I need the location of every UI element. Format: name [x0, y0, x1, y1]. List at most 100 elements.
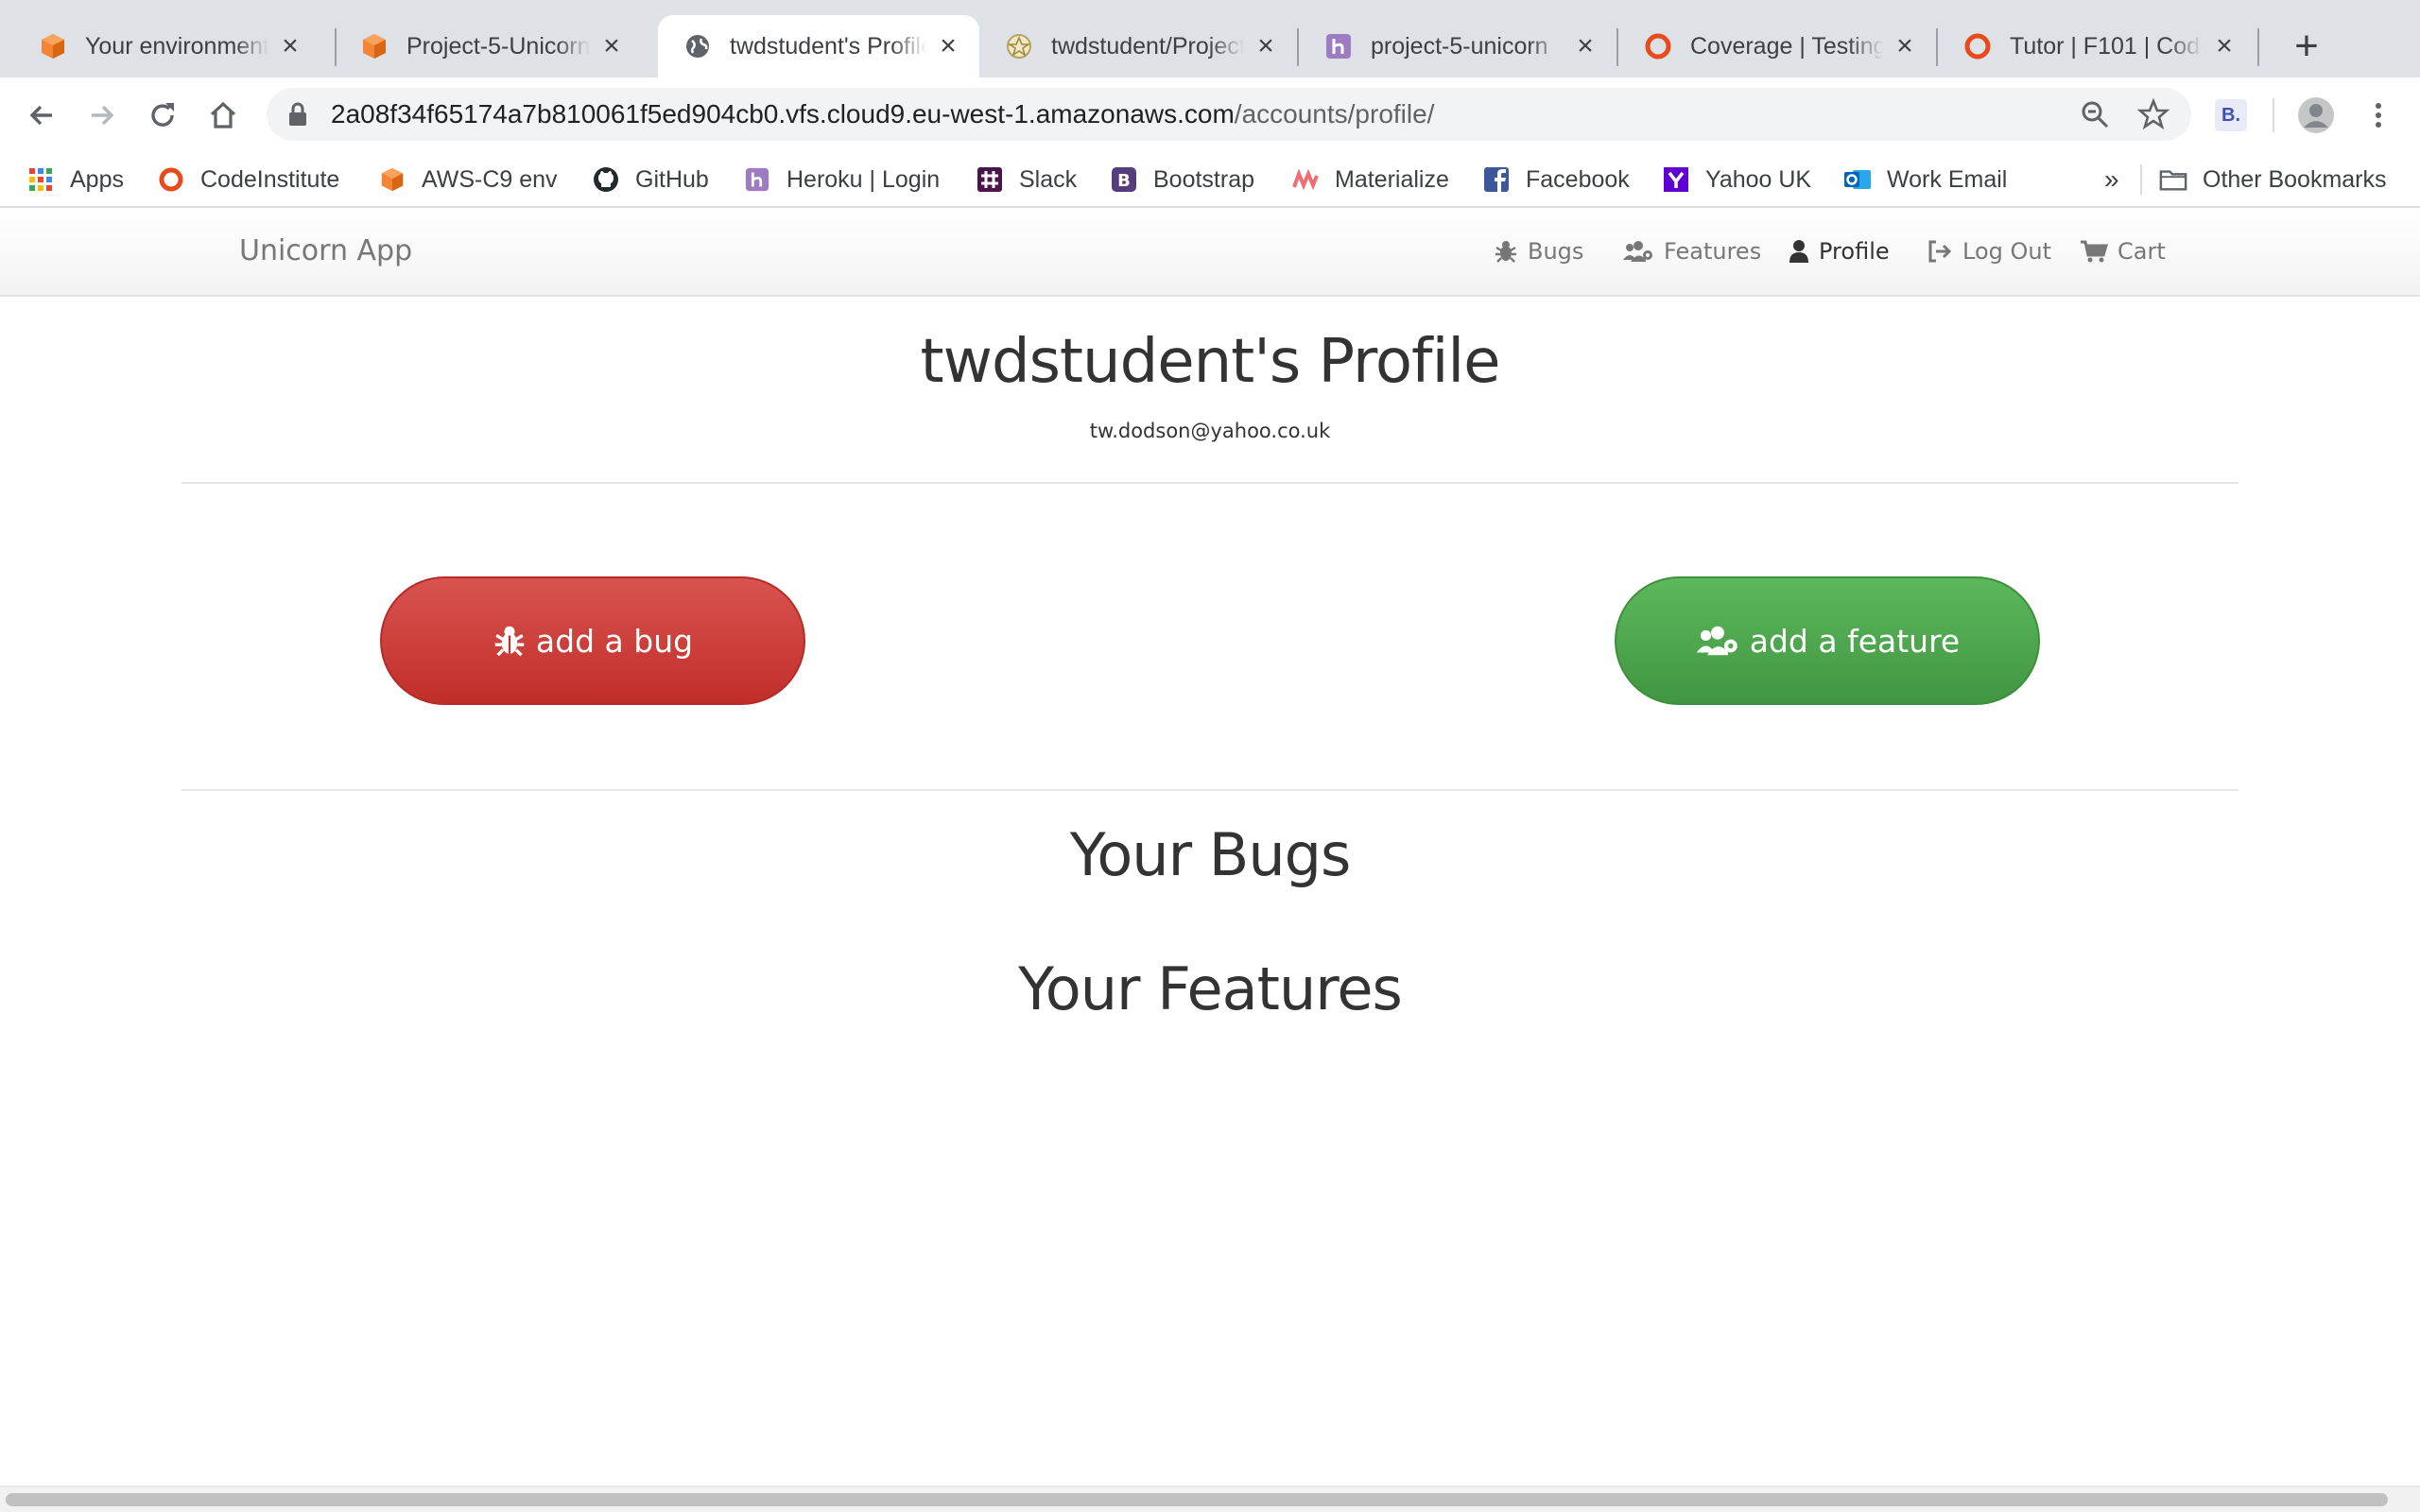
tab-close-icon[interactable]: ×	[936, 32, 960, 60]
tab-close-icon[interactable]: ×	[1573, 32, 1598, 60]
tab-close-icon[interactable]: ×	[1893, 32, 1917, 60]
bootstrap-icon: B	[1110, 165, 1138, 194]
browser-toolbar: 2a08f34f65174a7b810061f5ed904cb0.vfs.clo…	[0, 77, 2420, 151]
sign-out-icon	[1928, 240, 1952, 263]
nav-bugs-link[interactable]: Bugs	[1494, 238, 1583, 265]
profile-avatar-button[interactable]	[2293, 93, 2339, 138]
apps-grid-icon	[26, 165, 55, 194]
aws-cube-icon	[378, 165, 406, 194]
bookmark-slack[interactable]: Slack	[976, 163, 1077, 197]
bookmark-label: Yahoo UK	[1705, 165, 1812, 193]
bookmark-bootstrap[interactable]: B Bootstrap	[1110, 163, 1254, 197]
codeinstitute-icon	[157, 165, 185, 194]
bookmark-materialize[interactable]: Materialize	[1291, 163, 1449, 197]
heroku-icon	[1323, 31, 1354, 61]
extension-button[interactable]: B.	[2208, 93, 2254, 138]
gitpod-icon	[1004, 31, 1034, 61]
add-bug-button[interactable]: add a bug	[380, 576, 805, 705]
browser-tab[interactable]: project-5-unicorn ×	[1299, 15, 1616, 77]
horizontal-scrollbar[interactable]	[0, 1486, 2420, 1512]
bookmarks-divider	[2140, 164, 2142, 195]
nav-profile-link[interactable]: Profile	[1789, 238, 1890, 265]
bookmark-star-icon[interactable]	[2136, 97, 2170, 131]
back-arrow-icon	[29, 105, 52, 126]
nav-bugs-label: Bugs	[1528, 238, 1584, 265]
address-bar[interactable]: 2a08f34f65174a7b810061f5ed904cb0.vfs.clo…	[267, 88, 2191, 141]
add-feature-button[interactable]: add a feature	[1615, 576, 2040, 705]
nav-features-link[interactable]: Features	[1622, 238, 1761, 265]
nav-logout-link[interactable]: Log Out	[1927, 238, 2051, 265]
bookmark-github[interactable]: GitHub	[592, 163, 709, 197]
bookmark-apps[interactable]: Apps	[26, 163, 124, 197]
tab-separator	[2257, 28, 2259, 66]
globe-icon	[683, 31, 713, 61]
tab-title: project-5-unicorn	[1371, 32, 1548, 60]
lock-icon	[289, 102, 306, 126]
other-bookmarks-folder[interactable]: Other Bookmarks	[2159, 163, 2387, 197]
bookmark-heroku[interactable]: Heroku | Login	[743, 163, 940, 197]
github-icon	[592, 165, 620, 194]
browser-tab[interactable]: Project-5-Unicorn ×	[335, 15, 643, 77]
tab-title: twdstudent's Profile	[730, 32, 926, 60]
brand-link[interactable]: Unicorn App	[239, 234, 412, 267]
svg-text:B: B	[1117, 171, 1131, 191]
bookmark-label: Bootstrap	[1153, 165, 1255, 193]
forward-button[interactable]	[79, 93, 125, 138]
scrollbar-thumb[interactable]	[6, 1493, 2388, 1506]
url-host: 2a08f34f65174a7b810061f5ed904cb0.vfs.clo…	[331, 99, 1235, 129]
users-cog-icon	[1696, 626, 1737, 656]
bookmark-yahoo[interactable]: Yahoo UK	[1662, 163, 1811, 197]
bug-icon	[494, 626, 525, 657]
yahoo-icon	[1662, 165, 1690, 194]
tab-close-icon[interactable]: ×	[2212, 32, 2237, 60]
user-icon	[1789, 240, 1808, 263]
add-feature-label: add a feature	[1749, 622, 1961, 660]
heroku-icon	[743, 165, 771, 194]
browser-tab[interactable]: Your environments ×	[13, 15, 321, 77]
bug-icon	[1495, 241, 1516, 263]
bookmarks-overflow-button[interactable]: »	[2104, 163, 2119, 197]
browser-menu-button[interactable]	[2356, 93, 2401, 138]
codeinstitute-icon	[1962, 31, 1993, 61]
materialize-icon	[1291, 165, 1320, 194]
more-vertical-icon	[2376, 103, 2381, 128]
aws-cube-icon	[359, 31, 389, 61]
nav-cart-label: Cart	[2118, 238, 2166, 265]
new-tab-button[interactable]: +	[2282, 23, 2331, 72]
nav-cart-link[interactable]: Cart	[2080, 238, 2166, 265]
browser-tab[interactable]: Coverage | Testing ×	[1618, 15, 1936, 77]
reload-button[interactable]	[140, 93, 185, 138]
your-features-heading: Your Features	[1018, 954, 1403, 1023]
bookmark-work-email[interactable]: Work Email	[1843, 163, 2007, 197]
tab-title: Your environments	[85, 32, 268, 60]
bookmark-codeinstitute[interactable]: CodeInstitute	[157, 163, 339, 197]
bookmark-label: Other Bookmarks	[2203, 165, 2387, 193]
bookmark-label: CodeInstitute	[200, 165, 340, 193]
tab-close-icon[interactable]: ×	[278, 32, 302, 60]
browser-tab[interactable]: twdstudent/Project ×	[979, 15, 1297, 77]
divider	[182, 482, 2238, 484]
browser-tab[interactable]: Tutor | F101 | Code ×	[1938, 15, 2256, 77]
browser-tab-active[interactable]: twdstudent's Profile ×	[658, 15, 979, 77]
back-button[interactable]	[19, 93, 64, 138]
toolbar-divider	[2273, 98, 2274, 132]
tab-close-icon[interactable]: ×	[1253, 32, 1278, 60]
bookmarks-bar: Apps CodeInstitute AWS-C9 env GitHub Her…	[0, 151, 2420, 208]
your-bugs-heading: Your Bugs	[1069, 820, 1352, 889]
users-cog-icon	[1623, 241, 1652, 262]
profile-email: tw.dodson@yahoo.co.uk	[1089, 420, 1331, 442]
browser-tab-strip: Your environments × Project-5-Unicorn × …	[0, 0, 2420, 77]
nav-profile-label: Profile	[1819, 238, 1890, 265]
zoom-icon[interactable]	[2078, 97, 2112, 131]
bookmark-facebook[interactable]: Facebook	[1482, 163, 1630, 197]
bookmark-aws-c9[interactable]: AWS-C9 env	[378, 163, 558, 197]
shopping-cart-icon	[2081, 240, 2108, 263]
home-icon	[210, 101, 236, 129]
page-title: twdstudent's Profile	[920, 327, 1501, 397]
home-button[interactable]	[200, 93, 246, 138]
tab-title: Project-5-Unicorn	[406, 32, 590, 60]
tab-close-icon[interactable]: ×	[599, 32, 624, 60]
bookmark-label: AWS-C9 env	[422, 165, 558, 193]
url-text: 2a08f34f65174a7b810061f5ed904cb0.vfs.clo…	[331, 99, 1434, 129]
nav-logout-label: Log Out	[1962, 238, 2052, 265]
